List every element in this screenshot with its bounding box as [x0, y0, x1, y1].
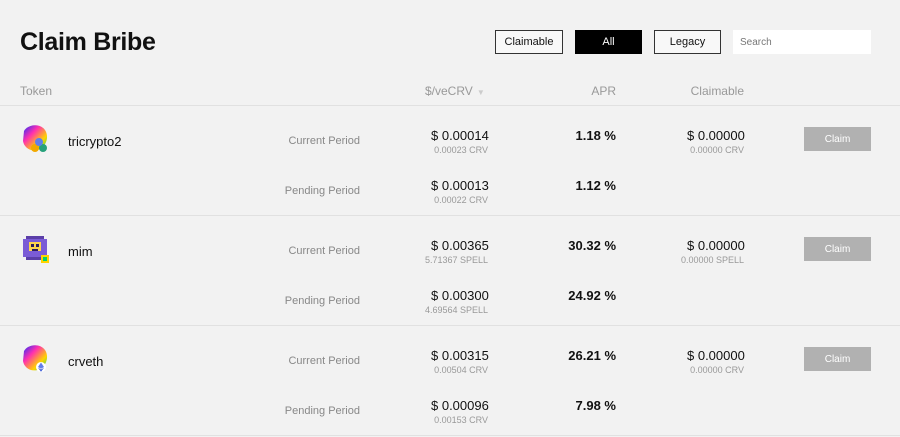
- divider: [0, 435, 900, 436]
- current-period-row: Current Period $ 0.00014 0.00023 CRV 1.1…: [0, 125, 900, 169]
- apr-value: 26.21 %: [568, 348, 616, 363]
- claim-button[interactable]: Claim: [804, 237, 871, 261]
- table-header: Token $/veCRV ▼ APR Claimable: [0, 83, 900, 105]
- apr-value: 30.32 %: [568, 238, 616, 253]
- pending-period-row: Pending Period $ 0.00300 4.69564 SPELL 2…: [0, 285, 900, 329]
- pending-period-row: Pending Period $ 0.00013 0.00022 CRV 1.1…: [0, 175, 900, 219]
- page-title: Claim Bribe: [20, 28, 156, 56]
- period-label: Pending Period: [284, 405, 360, 417]
- sort-down-icon: ▼: [476, 88, 485, 97]
- period-label: Pending Period: [284, 295, 360, 307]
- price-usd: $ 0.00315: [431, 348, 489, 363]
- current-period-row: Current Period $ 0.00315 0.00504 CRV 26.…: [0, 345, 900, 389]
- filter-all-button[interactable]: All: [575, 30, 642, 54]
- claimable-usd: $ 0.00000: [687, 128, 745, 143]
- column-header-token: Token: [20, 84, 53, 98]
- price-usd: $ 0.00013: [431, 178, 489, 193]
- price-usd: $ 0.00096: [431, 398, 489, 413]
- column-header-price-label: $/veCRV: [425, 84, 473, 98]
- price-token: 5.71367 SPELL: [424, 255, 488, 265]
- apr-value: 1.18 %: [575, 128, 616, 143]
- table-row: mim Current Period $ 0.00365 5.71367 SPE…: [0, 216, 900, 326]
- apr-value: 24.92 %: [568, 288, 616, 303]
- current-period-row: Current Period $ 0.00365 5.71367 SPELL 3…: [0, 235, 900, 279]
- period-label: Current Period: [288, 355, 360, 367]
- apr-value: 1.12 %: [575, 178, 616, 193]
- claimable-token: 0.00000 CRV: [690, 145, 744, 155]
- period-label: Current Period: [288, 135, 360, 147]
- price-token: 0.00153 CRV: [434, 415, 488, 425]
- price-token: 0.00023 CRV: [434, 145, 488, 155]
- claimable-token: 0.00000 SPELL: [680, 255, 744, 265]
- claim-button[interactable]: Claim: [804, 127, 871, 151]
- table-row: crveth Current Period $ 0.00315 0.00504 …: [0, 326, 900, 436]
- claimable-usd: $ 0.00000: [687, 238, 745, 253]
- search-input[interactable]: [733, 30, 871, 54]
- price-token: 0.00022 CRV: [434, 195, 488, 205]
- price-token: 0.00504 CRV: [434, 365, 488, 375]
- price-usd: $ 0.00365: [431, 238, 489, 253]
- period-label: Pending Period: [284, 185, 360, 197]
- claim-button[interactable]: Claim: [804, 347, 871, 371]
- apr-value: 7.98 %: [575, 398, 616, 413]
- filter-claimable-button[interactable]: Claimable: [495, 30, 563, 54]
- price-usd: $ 0.00014: [431, 128, 489, 143]
- column-header-price[interactable]: $/veCRV ▼: [425, 84, 485, 98]
- column-header-claimable: Claimable: [690, 84, 744, 98]
- period-label: Current Period: [288, 245, 360, 257]
- claimable-usd: $ 0.00000: [687, 348, 745, 363]
- filter-legacy-button[interactable]: Legacy: [654, 30, 721, 54]
- pending-period-row: Pending Period $ 0.00096 0.00153 CRV 7.9…: [0, 395, 900, 437]
- price-token: 4.69564 SPELL: [424, 305, 488, 315]
- table-row: tricrypto2 Current Period $ 0.00014 0.00…: [0, 106, 900, 216]
- column-header-apr: APR: [591, 84, 616, 98]
- price-usd: $ 0.00300: [431, 288, 489, 303]
- claimable-token: 0.00000 CRV: [690, 365, 744, 375]
